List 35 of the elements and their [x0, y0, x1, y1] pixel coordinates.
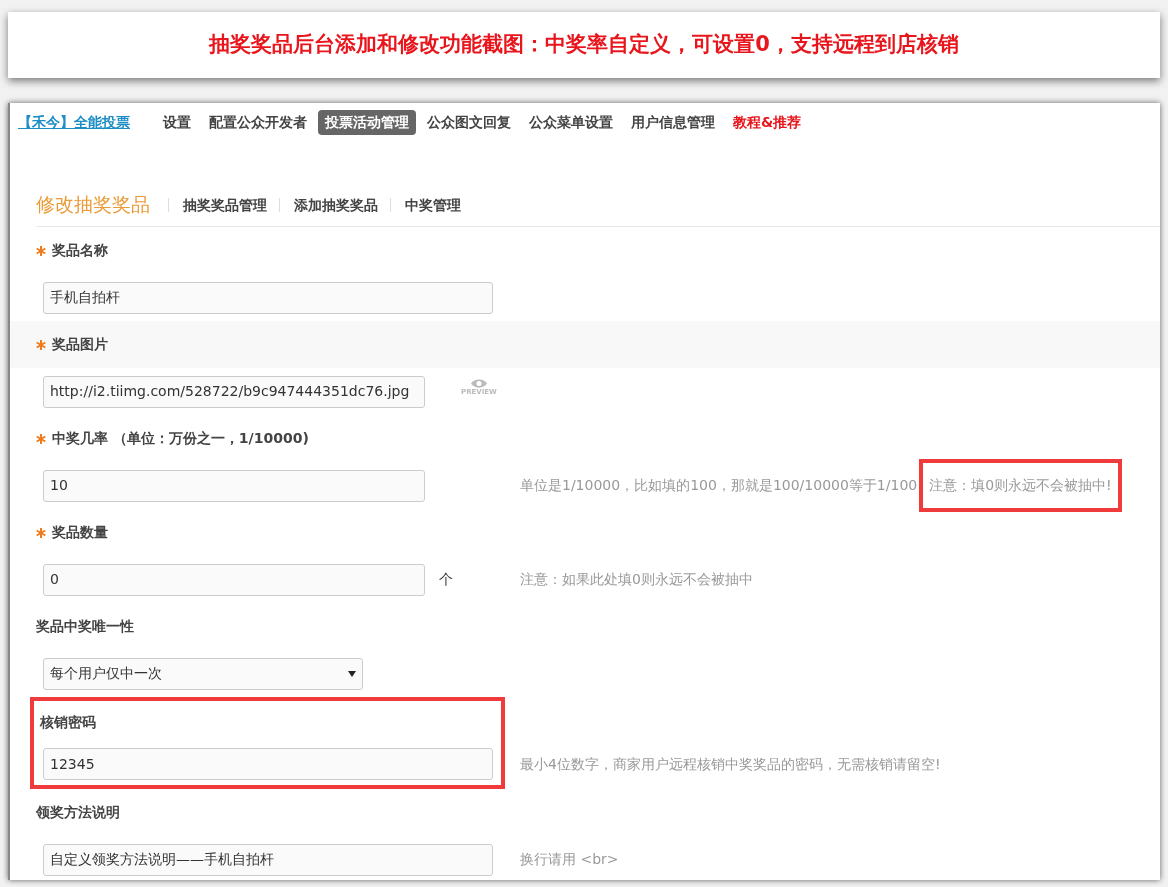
nav-tab[interactable]: 教程&推荐 — [726, 109, 809, 135]
nav-tab[interactable]: 用户信息管理 — [624, 109, 722, 135]
field-label: 核销密码 — [40, 712, 96, 732]
nav-tab[interactable]: 设置 — [156, 109, 198, 135]
nav-tab[interactable]: 公众图文回复 — [420, 109, 518, 135]
select-dropdown[interactable]: 每个用户仅中一次 — [43, 657, 363, 690]
input-field[interactable]: 12345 — [43, 748, 493, 780]
nav-tab[interactable]: 公众菜单设置 — [522, 109, 620, 135]
app-brand-link[interactable]: 【禾今】全能投票 — [18, 111, 130, 133]
field-label: 奖品中奖唯一性 — [36, 617, 134, 636]
input-field[interactable]: http://i2.tiimg.com/528722/b9c947444351dc76.jpg — [43, 375, 425, 408]
field-label: 奖品名称 — [52, 241, 108, 260]
banner-title: 抽奖奖品后台添加和修改功能截图：中奖率自定义，可设置0，支持远程到店核销 — [209, 31, 959, 59]
field-hint: 换行请用 <br> — [520, 850, 619, 869]
header-link[interactable]: 抽奖奖品管理 — [168, 197, 279, 212]
unit-label: 个 — [439, 570, 453, 589]
eye-icon — [469, 377, 488, 389]
page-title: 修改抽奖奖品 — [36, 192, 150, 218]
field-hint: 注意：如果此处填0则永远不会被抽中 — [520, 570, 753, 589]
header-link[interactable]: 中奖管理 — [390, 197, 473, 212]
input-field[interactable]: 10 — [43, 469, 425, 502]
nav-tab[interactable]: 配置公众开发者 — [202, 109, 314, 135]
field-hint: 最小4位数字，商家用户远程核销中奖奖品的密码，无需核销请留空! — [520, 754, 941, 774]
input-field[interactable]: 手机自拍杆 — [43, 281, 493, 314]
field-label: 中奖几率 （单位：万份之一，1/10000) — [52, 429, 309, 448]
input-field[interactable]: 自定义领奖方法说明——手机自拍杆 — [43, 843, 493, 876]
field-label: 奖品图片 — [52, 335, 108, 354]
header-link[interactable]: 添加抽奖奖品 — [279, 197, 390, 212]
field-note: 注意：填0则永远不会被抽中! — [919, 459, 1122, 512]
field-label: 奖品数量 — [52, 523, 108, 542]
field-hint: 单位是1/10000，比如填的100，那就是100/10000等于1/100 — [520, 476, 918, 495]
caret-icon — [348, 670, 356, 677]
input-field[interactable]: 0 — [43, 563, 425, 596]
nav-tab[interactable]: 投票活动管理 — [318, 109, 416, 135]
field-label: 领奖方法说明 — [36, 803, 120, 822]
